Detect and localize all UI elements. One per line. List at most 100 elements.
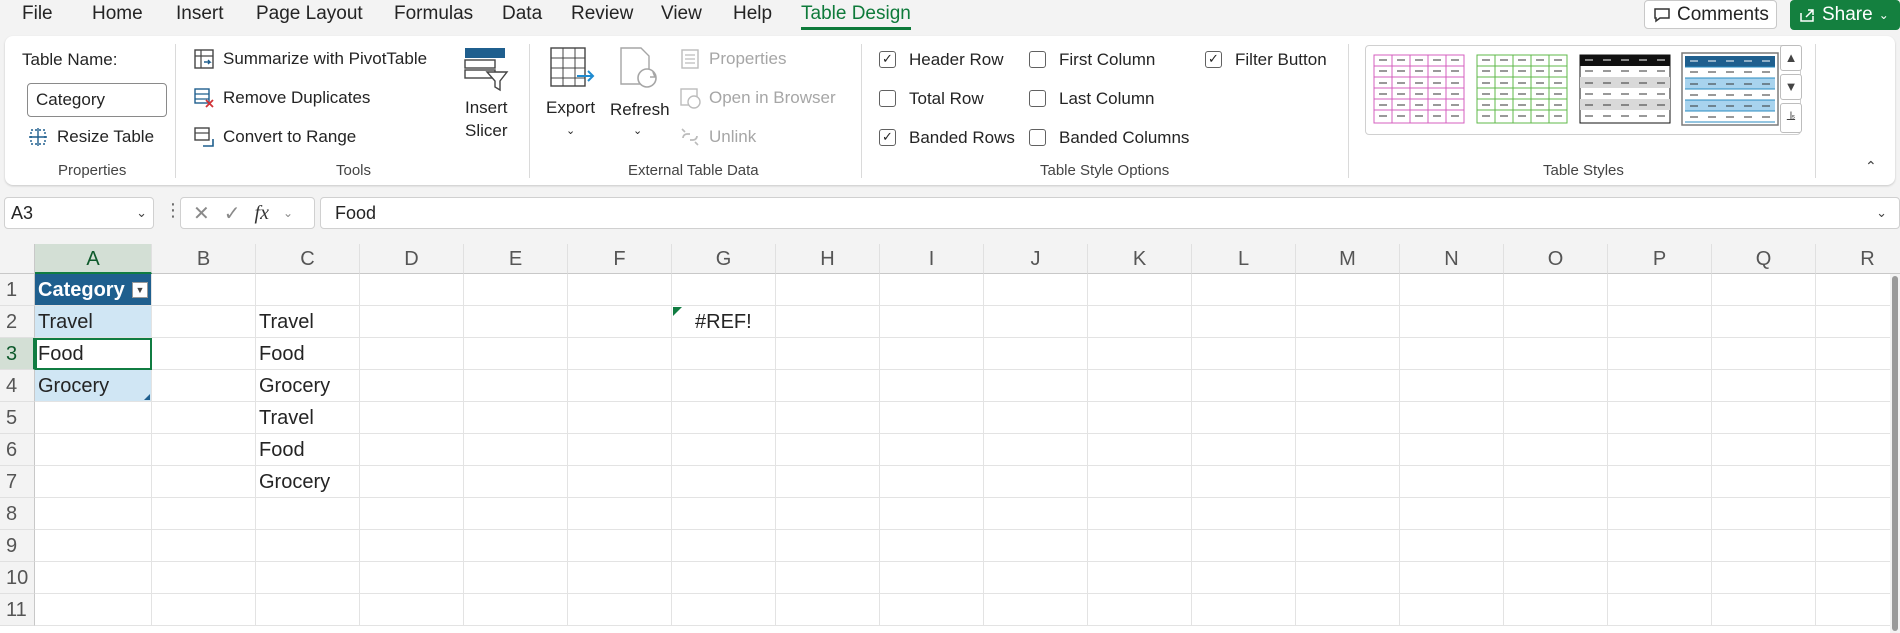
cell-o9[interactable] xyxy=(1504,530,1608,562)
row-header-9[interactable]: 9 xyxy=(0,530,35,562)
cell-r3[interactable] xyxy=(1816,338,1900,370)
share-button[interactable]: Share ⌄ xyxy=(1790,0,1900,30)
cell-i10[interactable] xyxy=(880,562,984,594)
menu-data[interactable]: Data xyxy=(502,3,542,25)
cell-d6[interactable] xyxy=(360,434,464,466)
cell-g7[interactable] xyxy=(672,466,776,498)
cell-e5[interactable] xyxy=(464,402,568,434)
vertical-scrollbar[interactable] xyxy=(1890,274,1900,633)
cell-g3[interactable] xyxy=(672,338,776,370)
cell-l6[interactable] xyxy=(1192,434,1296,466)
cell-a5[interactable] xyxy=(35,402,152,434)
column-header-f[interactable]: F xyxy=(568,244,672,274)
cell-j7[interactable] xyxy=(984,466,1088,498)
cell-p10[interactable] xyxy=(1608,562,1712,594)
cell-i9[interactable] xyxy=(880,530,984,562)
cell-o4[interactable] xyxy=(1504,370,1608,402)
cell-p2[interactable] xyxy=(1608,306,1712,338)
cell-q1[interactable] xyxy=(1712,274,1816,306)
cell-q6[interactable] xyxy=(1712,434,1816,466)
cancel-icon[interactable]: ✕ xyxy=(193,201,210,226)
cell-b8[interactable] xyxy=(152,498,256,530)
cell-i5[interactable] xyxy=(880,402,984,434)
cell-c10[interactable] xyxy=(256,562,360,594)
cell-i4[interactable] xyxy=(880,370,984,402)
cell-m6[interactable] xyxy=(1296,434,1400,466)
cell-b2[interactable] xyxy=(152,306,256,338)
summarize-pivot-button[interactable]: Summarize with PivotTable xyxy=(193,47,443,73)
cell-p4[interactable] xyxy=(1608,370,1712,402)
row-header-5[interactable]: 5 xyxy=(0,402,35,434)
column-header-i[interactable]: I xyxy=(880,244,984,274)
column-header-c[interactable]: C xyxy=(256,244,360,274)
cell-l4[interactable] xyxy=(1192,370,1296,402)
cell-c3[interactable]: Food xyxy=(256,338,360,370)
cell-r10[interactable] xyxy=(1816,562,1900,594)
cell-k3[interactable] xyxy=(1088,338,1192,370)
table-name-input[interactable] xyxy=(27,83,167,117)
banded-rows-option[interactable]: ✓ Banded Rows xyxy=(879,126,1019,150)
cell-m11[interactable] xyxy=(1296,594,1400,626)
cell-c6[interactable]: Food xyxy=(256,434,360,466)
cell-i2[interactable] xyxy=(880,306,984,338)
cell-m3[interactable] xyxy=(1296,338,1400,370)
column-header-p[interactable]: P xyxy=(1608,244,1712,274)
cell-o10[interactable] xyxy=(1504,562,1608,594)
export-button[interactable]: Export ⌄ xyxy=(541,44,601,144)
menu-review[interactable]: Review xyxy=(571,3,633,25)
cell-k8[interactable] xyxy=(1088,498,1192,530)
cell-p5[interactable] xyxy=(1608,402,1712,434)
cell-h3[interactable] xyxy=(776,338,880,370)
column-header-r[interactable]: R xyxy=(1816,244,1900,274)
cell-j9[interactable] xyxy=(984,530,1088,562)
cell-a10[interactable] xyxy=(35,562,152,594)
column-header-a[interactable]: A xyxy=(35,244,152,274)
cell-n1[interactable] xyxy=(1400,274,1504,306)
menu-page-layout[interactable]: Page Layout xyxy=(256,3,363,25)
cell-l10[interactable] xyxy=(1192,562,1296,594)
select-all-corner[interactable] xyxy=(0,244,35,274)
styles-more-button[interactable]: ⫡ xyxy=(1780,103,1802,133)
cell-e7[interactable] xyxy=(464,466,568,498)
column-header-j[interactable]: J xyxy=(984,244,1088,274)
row-header-8[interactable]: 8 xyxy=(0,498,35,530)
cell-n4[interactable] xyxy=(1400,370,1504,402)
cell-p7[interactable] xyxy=(1608,466,1712,498)
cell-a8[interactable] xyxy=(35,498,152,530)
cell-b4[interactable] xyxy=(152,370,256,402)
cell-e11[interactable] xyxy=(464,594,568,626)
cell-h9[interactable] xyxy=(776,530,880,562)
cell-e10[interactable] xyxy=(464,562,568,594)
cell-d10[interactable] xyxy=(360,562,464,594)
cell-h10[interactable] xyxy=(776,562,880,594)
cell-l2[interactable] xyxy=(1192,306,1296,338)
menu-insert[interactable]: Insert xyxy=(176,3,224,25)
cell-m7[interactable] xyxy=(1296,466,1400,498)
cell-b10[interactable] xyxy=(152,562,256,594)
cell-i8[interactable] xyxy=(880,498,984,530)
cell-e3[interactable] xyxy=(464,338,568,370)
cell-p1[interactable] xyxy=(1608,274,1712,306)
row-header-10[interactable]: 10 xyxy=(0,562,35,594)
comments-button[interactable]: Comments xyxy=(1644,0,1777,29)
last-column-option[interactable]: Last Column xyxy=(1029,87,1169,111)
error-indicator-icon[interactable] xyxy=(673,307,682,316)
cell-c5[interactable]: Travel xyxy=(256,402,360,434)
cell-n8[interactable] xyxy=(1400,498,1504,530)
cell-r1[interactable] xyxy=(1816,274,1900,306)
cell-g2[interactable]: #REF! xyxy=(672,306,776,338)
insert-slicer-button[interactable]: Insert Slicer xyxy=(457,44,513,144)
cell-k5[interactable] xyxy=(1088,402,1192,434)
cell-q4[interactable] xyxy=(1712,370,1816,402)
cell-n2[interactable] xyxy=(1400,306,1504,338)
styles-scroll-down-button[interactable]: ▼ xyxy=(1780,74,1802,100)
collapse-ribbon-icon[interactable]: ⌃ xyxy=(1865,158,1877,175)
cell-a1[interactable]: Category ▼ xyxy=(35,274,152,306)
cell-n11[interactable] xyxy=(1400,594,1504,626)
cell-f6[interactable] xyxy=(568,434,672,466)
first-column-checkbox[interactable] xyxy=(1029,51,1046,68)
remove-duplicates-button[interactable]: Remove Duplicates xyxy=(193,86,393,112)
cell-p8[interactable] xyxy=(1608,498,1712,530)
first-column-option[interactable]: First Column xyxy=(1029,48,1169,72)
cell-j3[interactable] xyxy=(984,338,1088,370)
